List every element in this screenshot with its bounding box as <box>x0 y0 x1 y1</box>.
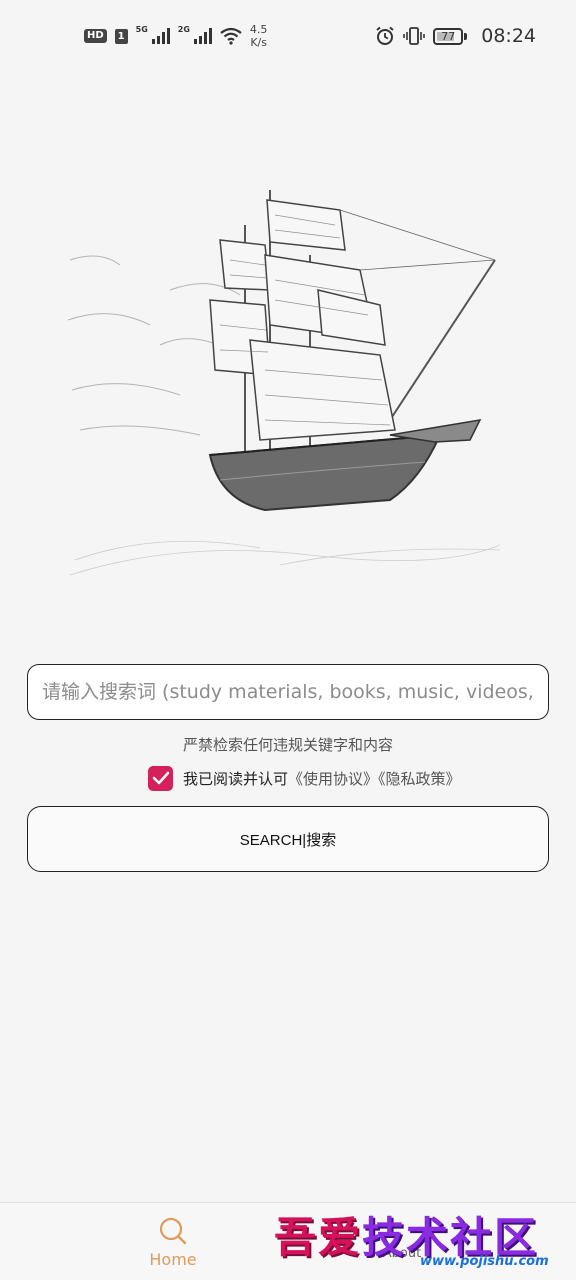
battery-indicator: 77 <box>433 27 464 45</box>
hd-badge: HD <box>84 29 107 43</box>
network-speed: 4.5 K/s <box>250 23 268 49</box>
bottom-navigation: Home About <box>0 1202 576 1280</box>
search-icon <box>159 1217 187 1244</box>
checkmark-icon <box>152 771 169 785</box>
battery-level: 77 <box>441 29 456 43</box>
content-notice: 严禁检索任何违规关键字和内容 <box>182 736 393 754</box>
signal-icon-2 <box>193 28 212 44</box>
speed-value: 4.5 <box>249 23 268 36</box>
search-field[interactable] <box>27 664 549 720</box>
sim-number: 1 <box>114 28 128 44</box>
status-left: HD 1 5G 2G 4.5 K/s <box>84 23 267 49</box>
battery-tip <box>464 32 468 40</box>
status-right: 77 08:24 <box>375 25 536 47</box>
agreement-row: 我已阅读并认可《使用协议》《隐私政策》 <box>148 765 461 791</box>
network-type-1: 5G <box>135 24 148 34</box>
nav-home-label: Home <box>149 1249 197 1269</box>
agreement-text: 我已阅读并认可《使用协议》《隐私政策》 <box>183 768 461 789</box>
agreement-checkbox[interactable] <box>148 765 173 791</box>
terms-link[interactable]: 《使用协议》 <box>288 770 378 788</box>
privacy-link[interactable]: 《隐私政策》 <box>378 770 461 788</box>
alarm-icon <box>376 26 394 45</box>
nav-about[interactable]: About <box>342 1203 462 1280</box>
nav-about-label: About <box>382 1245 422 1261</box>
sailing-ship-illustration <box>67 190 501 576</box>
speed-unit: K/s <box>250 36 267 49</box>
app-screen: HD 1 5G 2G 4.5 K/s 77 08:24 请输入搜索词 (stud… <box>0 0 576 1280</box>
clock: 08:24 <box>481 25 536 47</box>
search-input[interactable] <box>42 681 534 703</box>
status-bar: HD 1 5G 2G 4.5 K/s 77 08:24 <box>0 0 576 72</box>
vibrate-icon <box>403 27 426 45</box>
wifi-icon <box>220 27 242 45</box>
nav-home[interactable]: Home <box>113 1203 233 1280</box>
network-type-2: 2G <box>177 24 190 34</box>
agreement-label: 我已阅读并认可 <box>183 769 289 788</box>
signal-icon <box>151 28 170 44</box>
search-button[interactable]: SEARCH|搜索 <box>27 806 549 872</box>
